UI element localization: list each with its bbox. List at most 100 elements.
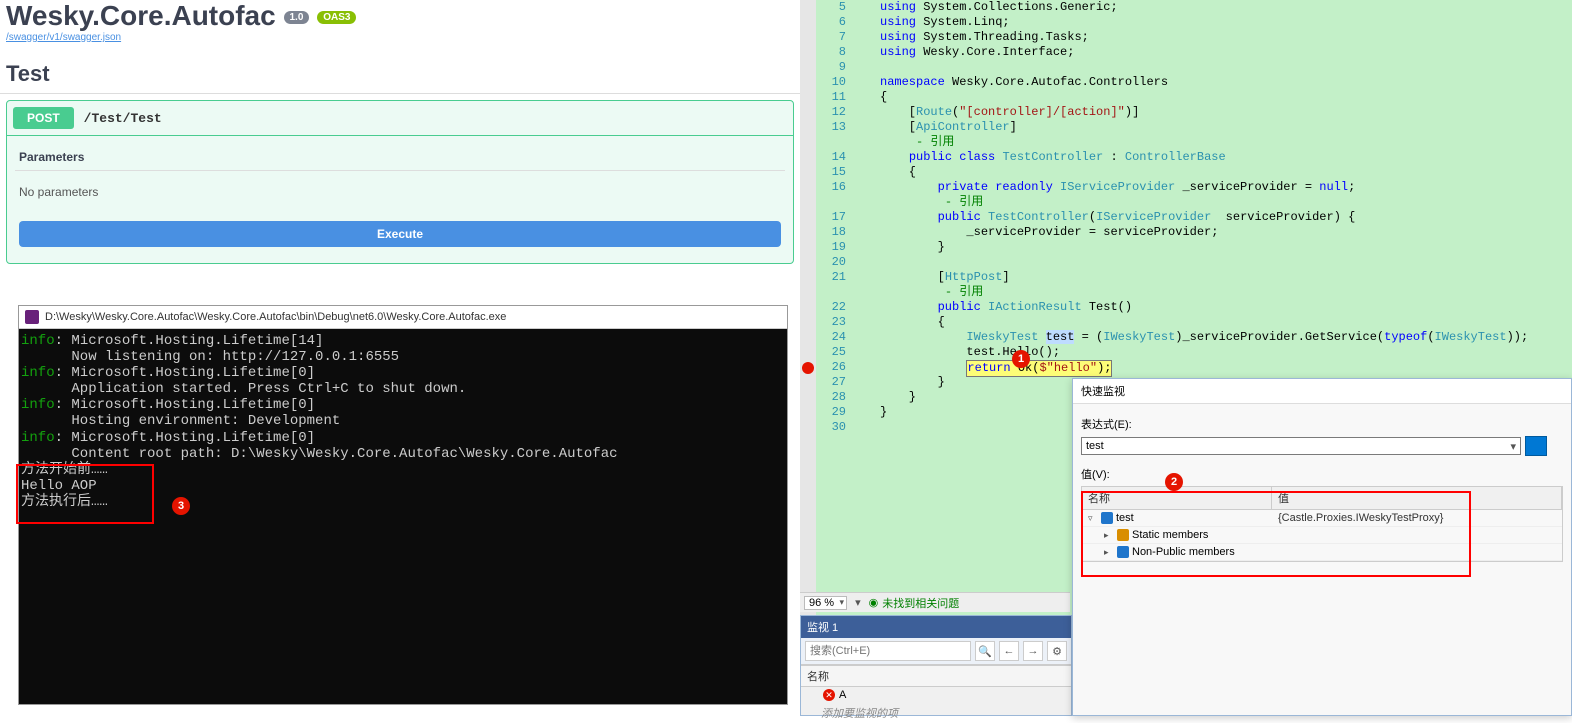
code-line[interactable] (880, 60, 1572, 75)
code-line[interactable]: private readonly IServiceProvider _servi… (880, 180, 1572, 195)
code-line[interactable]: public class TestController : Controller… (880, 150, 1572, 165)
line-number: 17 (800, 210, 860, 225)
swagger-version-badge: 1.0 (284, 11, 310, 24)
console-line: Content root path: D:\Wesky\Wesky.Core.A… (21, 446, 785, 462)
console-line: Application started. Press Ctrl+C to shu… (21, 381, 785, 397)
line-number: 10 (800, 75, 860, 90)
watch-search-input[interactable] (805, 641, 971, 661)
line-number: 18 (800, 225, 860, 240)
console-line: info: Microsoft.Hosting.Lifetime[0] (21, 397, 785, 413)
line-number: 24 (800, 330, 860, 345)
code-line[interactable]: using Wesky.Core.Interface; (880, 45, 1572, 60)
zoom-dd-arrow[interactable]: ▾ (855, 596, 861, 609)
line-number: 26 (800, 360, 860, 375)
search-options-icon[interactable]: ⚙ (1047, 641, 1067, 661)
code-line[interactable]: return Ok($"hello"); (880, 360, 1572, 375)
code-line[interactable]: test.Hello(); (880, 345, 1572, 360)
line-number: 27 (800, 375, 860, 390)
code-line[interactable]: { (880, 315, 1572, 330)
code-line[interactable]: } (880, 240, 1572, 255)
swagger-oas-badge: OAS3 (317, 11, 356, 24)
check-icon: ◉ (869, 596, 879, 609)
code-line[interactable]: { (880, 165, 1572, 180)
line-number: 13 (800, 120, 860, 135)
watch-row-name: A (839, 689, 846, 701)
search-next-icon[interactable]: → (1023, 641, 1043, 661)
line-number: 19 (800, 240, 860, 255)
value-label: 值(V): (1081, 466, 1563, 482)
watch-add-hint[interactable]: 添加要监视的项 (801, 703, 1071, 723)
line-number: 12 (800, 105, 860, 120)
search-prev-icon[interactable]: ← (999, 641, 1019, 661)
execute-button[interactable]: Execute (19, 221, 781, 247)
annotation-badge-2: 2 (1165, 473, 1183, 491)
line-number (800, 135, 860, 150)
annotation-box-2 (1081, 491, 1471, 577)
swagger-op-header[interactable]: POST /Test/Test (7, 101, 793, 135)
code-line[interactable]: IWeskyTest test = (IWeskyTest)_servicePr… (880, 330, 1572, 345)
code-line[interactable]: - 引用 (880, 285, 1572, 300)
code-line[interactable]: namespace Wesky.Core.Autofac.Controllers (880, 75, 1572, 90)
line-number: 15 (800, 165, 860, 180)
watch-panel: 监视 1 🔍 ← → ⚙ 名称 ✕ A 添加要监视的项 (800, 615, 1072, 716)
line-number: 20 (800, 255, 860, 270)
console-title-text: D:\Wesky\Wesky.Core.Autofac\Wesky.Core.A… (45, 311, 506, 323)
code-line[interactable]: [ApiController] (880, 120, 1572, 135)
watch-title[interactable]: 监视 1 (801, 616, 1071, 638)
search-icon[interactable]: 🔍 (975, 641, 995, 661)
watch-column-header[interactable]: 名称 (801, 665, 1071, 687)
code-line[interactable]: - 引用 (880, 195, 1572, 210)
expression-value: test (1086, 440, 1104, 452)
line-number: 5 (800, 0, 860, 15)
swagger-params-title: Parameters (15, 144, 785, 171)
swagger-no-params: No parameters (15, 171, 785, 213)
code-line[interactable]: [HttpPost] (880, 270, 1572, 285)
reevaluate-button[interactable] (1525, 436, 1547, 456)
quickwatch-title[interactable]: 快速监视 (1073, 379, 1571, 404)
console-line: Hosting environment: Development (21, 413, 785, 429)
watch-row[interactable]: ✕ A (801, 687, 1071, 703)
code-line[interactable]: public TestController(IServiceProvider s… (880, 210, 1572, 225)
code-text-area[interactable]: using System.Collections.Generic;using S… (880, 0, 1572, 435)
line-number: 30 (800, 420, 860, 435)
code-line[interactable]: public IActionResult Test() (880, 300, 1572, 315)
code-line[interactable]: using System.Collections.Generic; (880, 0, 1572, 15)
swagger-op-body: Parameters No parameters Execute (7, 135, 793, 263)
line-number: 11 (800, 90, 860, 105)
swagger-section[interactable]: Test (0, 43, 800, 94)
annotation-badge-1: 1 (1012, 350, 1030, 368)
code-line[interactable]: _serviceProvider = serviceProvider; (880, 225, 1572, 240)
annotation-badge-3: 3 (172, 497, 190, 515)
line-number: 7 (800, 30, 860, 45)
console-titlebar[interactable]: D:\Wesky\Wesky.Core.Autofac\Wesky.Core.A… (19, 306, 787, 329)
line-number: 14 (800, 150, 860, 165)
swagger-json-link[interactable]: /swagger/v1/swagger.json (0, 32, 800, 43)
line-number: 8 (800, 45, 860, 60)
swagger-title-text: Wesky.Core.Autofac (6, 0, 276, 31)
line-number: 9 (800, 60, 860, 75)
line-number: 6 (800, 15, 860, 30)
console-line: Hello AOP (21, 478, 785, 494)
code-line[interactable]: [Route("[controller]/[action]")] (880, 105, 1572, 120)
console-line: info: Microsoft.Hosting.Lifetime[0] (21, 365, 785, 381)
console-app-icon (25, 310, 39, 324)
console-window: D:\Wesky\Wesky.Core.Autofac\Wesky.Core.A… (18, 305, 788, 705)
console-line: Now listening on: http://127.0.0.1:6555 (21, 349, 785, 365)
code-line[interactable] (880, 255, 1572, 270)
code-line[interactable]: { (880, 90, 1572, 105)
editor-status-bar: 96 % ▾ ◉ 未找到相关问题 (800, 592, 1070, 612)
expression-input[interactable]: test (1081, 437, 1521, 455)
watch-search-row: 🔍 ← → ⚙ (801, 638, 1071, 665)
line-number: 23 (800, 315, 860, 330)
line-number (800, 285, 860, 300)
code-line[interactable]: - 引用 (880, 135, 1572, 150)
line-number (800, 195, 860, 210)
code-line[interactable]: using System.Threading.Tasks; (880, 30, 1572, 45)
code-line[interactable]: using System.Linq; (880, 15, 1572, 30)
line-number: 25 (800, 345, 860, 360)
line-number: 21 (800, 270, 860, 285)
quickwatch-panel: 快速监视 表达式(E): test 值(V): 2 名称 值 ▿test{Cas… (1072, 378, 1572, 716)
line-number-gutter: 5678910111213141516171819202122232425262… (800, 0, 860, 435)
issues-status[interactable]: ◉ 未找到相关问题 (869, 595, 960, 611)
zoom-dropdown[interactable]: 96 % (804, 596, 847, 610)
